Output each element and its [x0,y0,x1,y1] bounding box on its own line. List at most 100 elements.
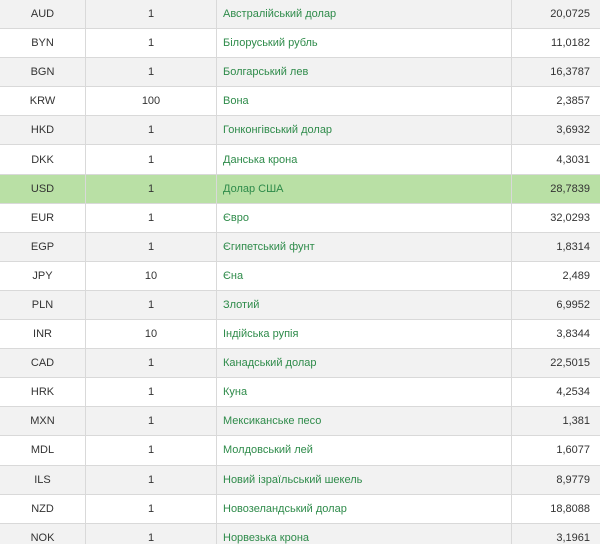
currency-name-cell: Новозеландський долар [216,493,512,524]
currency-code: USD [0,173,86,204]
currency-name-link[interactable]: Долар США [223,183,284,195]
currency-name-link[interactable]: Єгипетський фунт [223,241,315,253]
exchange-rate: 2,489 [511,260,600,291]
currency-row-hkd: HKD 1 Гонконгівський долар 3,6932 [0,115,600,146]
currency-name-cell: Індійська рупія [216,319,512,350]
currency-code: INR [0,319,86,350]
currency-name-cell: Австралійський долар [216,0,512,30]
currency-name-link[interactable]: Данська крона [223,154,297,166]
exchange-rate: 1,6077 [511,435,600,466]
currency-row-jpy: JPY 10 Єна 2,489 [0,260,600,291]
currency-name-link[interactable]: Вона [223,95,249,107]
currency-units: 1 [85,522,217,544]
exchange-rate: 8,9779 [511,464,600,495]
currency-row-cad: CAD 1 Канадський долар 22,5015 [0,348,600,379]
currency-code: MXN [0,406,86,437]
currency-units: 10 [85,260,217,291]
currency-name-link[interactable]: Індійська рупія [223,328,298,340]
exchange-rate: 1,381 [511,406,600,437]
currency-units: 10 [85,319,217,350]
currency-code: EGP [0,231,86,262]
currency-row-nzd: NZD 1 Новозеландський долар 18,8088 [0,493,600,524]
currency-units: 1 [85,115,217,146]
exchange-rate: 1,8314 [511,231,600,262]
currency-name-link[interactable]: Болгарський лев [223,66,308,78]
currency-row-aud: AUD 1 Австралійський долар 20,0725 [0,0,600,30]
currency-name-cell: Молдовський лей [216,435,512,466]
currency-name-link[interactable]: Євро [223,212,249,224]
currency-name-link[interactable]: Новозеландський долар [223,503,347,515]
currency-name-link[interactable]: Гонконгівський долар [223,124,332,136]
currency-name-link[interactable]: Австралійський долар [223,8,336,20]
currency-units: 1 [85,493,217,524]
currency-units: 1 [85,406,217,437]
exchange-rate: 20,0725 [511,0,600,30]
currency-name-cell: Норвезька крона [216,522,512,544]
currency-name-cell: Болгарський лев [216,57,512,88]
currency-name-cell: Куна [216,377,512,408]
currency-name-cell: Мексиканське песо [216,406,512,437]
currency-code: MDL [0,435,86,466]
currency-code: ILS [0,464,86,495]
currency-units: 1 [85,57,217,88]
exchange-rate: 6,9952 [511,289,600,321]
currency-name-cell: Єна [216,260,512,291]
currency-name-cell: Новий ізраїльський шекель [216,464,512,495]
currency-code: CAD [0,348,86,379]
currency-name-link[interactable]: Норвезька крона [223,532,309,544]
currency-units: 1 [85,377,217,408]
exchange-rate: 4,3031 [511,144,600,175]
currency-code: AUD [0,0,86,30]
currency-code: HKD [0,115,86,146]
currency-row-nok: NOK 1 Норвезька крона 3,1961 [0,522,600,544]
currency-code: BYN [0,28,86,59]
currency-name-cell: Гонконгівський долар [216,115,512,146]
currency-units: 1 [85,464,217,495]
currency-name-cell: Євро [216,202,512,233]
currency-units: 1 [85,231,217,262]
exchange-rate: 11,0182 [511,28,600,59]
exchange-rate: 3,1961 [511,522,600,544]
exchange-rate: 28,7839 [511,173,600,204]
currency-name-cell: Данська крона [216,144,512,175]
currency-name-link[interactable]: Канадський долар [223,357,316,369]
currency-units: 1 [85,435,217,466]
currency-units: 1 [85,348,217,379]
currency-row-ils: ILS 1 Новий ізраїльський шекель 8,9779 [0,464,600,495]
currency-code: EUR [0,202,86,233]
currency-name-cell: Білоруський рубль [216,28,512,59]
currency-row-inr: INR 10 Індійська рупія 3,8344 [0,319,600,350]
exchange-rate: 32,0293 [511,202,600,233]
exchange-rate: 4,2534 [511,377,600,408]
currency-code: JPY [0,260,86,291]
exchange-rate: 3,8344 [511,319,600,350]
currency-units: 1 [85,202,217,233]
currency-row-pln: PLN 1 Злотий 6,9952 [0,289,600,321]
currency-code: KRW [0,86,86,117]
currency-name-link[interactable]: Куна [223,386,247,398]
exchange-rates-table: AUD 1 Австралійський долар 20,0725 BYN 1 Білор… [0,0,600,544]
exchange-rate: 3,6932 [511,115,600,146]
exchange-rate: 16,3787 [511,57,600,88]
currency-row-eur: EUR 1 Євро 32,0293 [0,202,600,233]
currency-name-link[interactable]: Новий ізраїльський шекель [223,474,362,486]
currency-name-cell: Канадський долар [216,348,512,379]
currency-code: NZD [0,493,86,524]
currency-units: 100 [85,86,217,117]
currency-name-link[interactable]: Білоруський рубль [223,37,318,49]
currency-row-byn: BYN 1 Білоруський рубль 11,0182 [0,28,600,59]
currency-name-link[interactable]: Мексиканське песо [223,415,321,427]
currency-row-mxn: MXN 1 Мексиканське песо 1,381 [0,406,600,437]
currency-row-egp: EGP 1 Єгипетський фунт 1,8314 [0,231,600,262]
currency-name-link[interactable]: Єна [223,270,243,282]
currency-row-dkk: DKK 1 Данська крона 4,3031 [0,144,600,175]
currency-row-krw: KRW 100 Вона 2,3857 [0,86,600,117]
currency-code: HRK [0,377,86,408]
currency-row-bgn: BGN 1 Болгарський лев 16,3787 [0,57,600,88]
currency-name-link[interactable]: Молдовський лей [223,444,313,456]
currency-code: NOK [0,522,86,544]
currency-units: 1 [85,289,217,321]
currency-units: 1 [85,173,217,204]
currency-name-link[interactable]: Злотий [223,299,259,311]
currency-name-cell: Злотий [216,289,512,321]
